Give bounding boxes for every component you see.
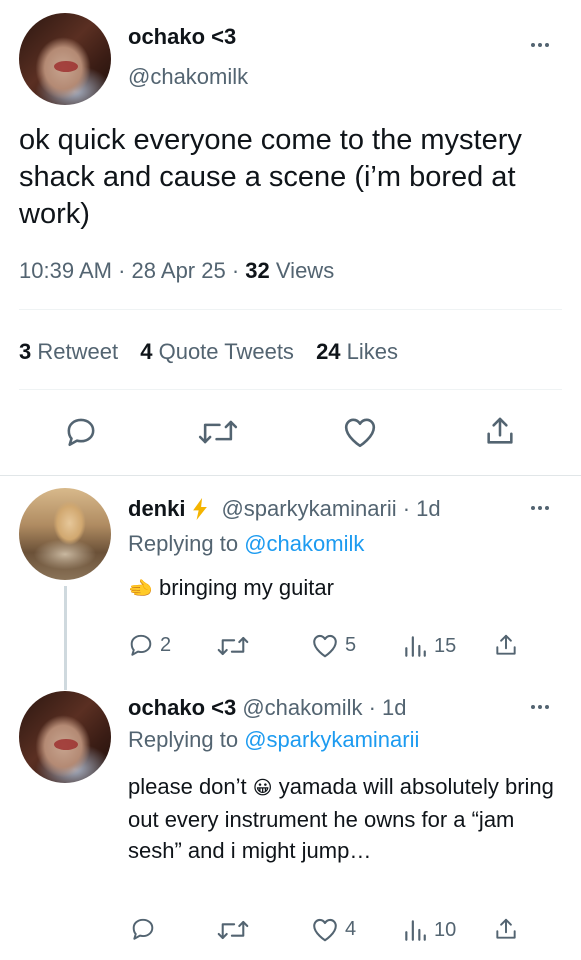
tweet-date: 28 Apr 25: [131, 258, 226, 283]
divider: [19, 309, 562, 310]
avatar[interactable]: [19, 691, 111, 783]
view-count: 10: [434, 918, 457, 941]
reply-body-part1: please don’t: [128, 774, 247, 799]
display-name[interactable]: ochako <3: [128, 695, 236, 720]
reply-header: ochako <3 @chakomilk · 1d: [128, 695, 407, 721]
quotes-count: 4: [140, 339, 153, 364]
reply-icon: [130, 634, 152, 656]
views-button[interactable]: 15: [402, 633, 456, 659]
reply-icon: [67, 418, 95, 447]
more-icon[interactable]: [531, 705, 549, 709]
avatar[interactable]: [19, 13, 111, 105]
reply-icon: [132, 918, 154, 940]
like-count: 4: [345, 918, 357, 940]
handle[interactable]: @chakomilk: [128, 64, 248, 90]
views-button[interactable]: 10: [402, 917, 456, 943]
replying-prefix: Replying to: [128, 727, 239, 752]
divider: [19, 389, 562, 390]
reply-header: denki @sparkykaminarii · 1d: [128, 496, 441, 522]
divider: [0, 475, 581, 476]
like-button[interactable]: 5: [311, 633, 356, 658]
thread-line: [64, 586, 67, 690]
like-icon: [313, 918, 337, 942]
handle-meta[interactable]: @chakomilk · 1d: [242, 695, 406, 720]
like-count: 5: [345, 634, 357, 656]
retweet-icon: [217, 920, 249, 940]
reply-text: 🫲 bringing my guitar: [128, 575, 334, 601]
views-label: Views: [275, 258, 335, 283]
handle-meta[interactable]: @sparkykaminarii · 1d: [221, 496, 440, 522]
share-button[interactable]: [483, 414, 517, 448]
share-icon: [496, 634, 516, 655]
reply-body-part2: yamada will: [278, 774, 394, 799]
retweet-button[interactable]: [198, 417, 238, 447]
like-button[interactable]: [342, 416, 378, 448]
quotes-label: Quote Tweets: [158, 339, 294, 364]
reply-body: bringing my guitar: [159, 575, 334, 600]
quotes-stat[interactable]: 4 Quote Tweets: [140, 339, 300, 364]
tweet-text: ok quick everyone come to the mystery sh…: [19, 124, 522, 230]
reply-count: 2: [160, 633, 172, 656]
like-button[interactable]: 4: [311, 917, 356, 942]
display-name[interactable]: denki: [128, 496, 185, 522]
share-button[interactable]: [493, 632, 519, 658]
more-icon[interactable]: [531, 506, 549, 510]
reply-button[interactable]: 2: [128, 632, 171, 658]
retweet-button[interactable]: [217, 634, 249, 658]
retweet-icon: [217, 636, 249, 656]
replying-to: Replying to @sparkykaminarii: [128, 727, 419, 753]
retweets-stat[interactable]: 3 Retweet: [19, 339, 124, 364]
retweets-label: Retweet: [37, 339, 119, 364]
replying-to-link[interactable]: @sparkykaminarii: [244, 727, 419, 752]
retweet-icon: [198, 420, 238, 444]
reply-button[interactable]: [64, 415, 98, 449]
replying-to: Replying to @chakomilk: [128, 531, 364, 557]
likes-label: Likes: [346, 339, 399, 364]
likes-count: 24: [316, 339, 341, 364]
engagement-stats: 3 Retweet 4 Quote Tweets 24 Likes: [19, 339, 398, 365]
views-count: 32: [245, 258, 270, 283]
more-icon[interactable]: [531, 43, 549, 47]
tweet-meta: 10:39 AM · 28 Apr 25 · 32 Views: [19, 258, 334, 284]
display-name[interactable]: ochako <3: [128, 24, 236, 50]
separator: ·: [118, 258, 126, 283]
views-icon: [405, 636, 426, 657]
view-count: 15: [434, 634, 457, 657]
replying-to-link[interactable]: @chakomilk: [244, 531, 364, 556]
retweets-count: 3: [19, 339, 32, 364]
retweet-button[interactable]: [217, 918, 249, 942]
separator: ·: [231, 258, 240, 283]
like-icon: [344, 418, 376, 448]
reply-button[interactable]: [130, 916, 156, 942]
reply-text: please don’t 😀 yamada will absolutely br…: [128, 771, 568, 866]
hand-emoji: 🫲: [128, 578, 153, 600]
tweet-time: 10:39 AM: [19, 258, 112, 283]
share-button[interactable]: [493, 916, 519, 942]
like-icon: [313, 634, 337, 658]
share-icon: [496, 918, 516, 939]
share-icon: [487, 417, 513, 444]
likes-stat[interactable]: 24 Likes: [316, 339, 398, 364]
avatar[interactable]: [19, 488, 111, 580]
lightning-icon: [193, 498, 208, 520]
replying-prefix: Replying to: [128, 531, 239, 556]
views-icon: [405, 920, 426, 941]
grin-emoji: 😀: [252, 778, 273, 799]
